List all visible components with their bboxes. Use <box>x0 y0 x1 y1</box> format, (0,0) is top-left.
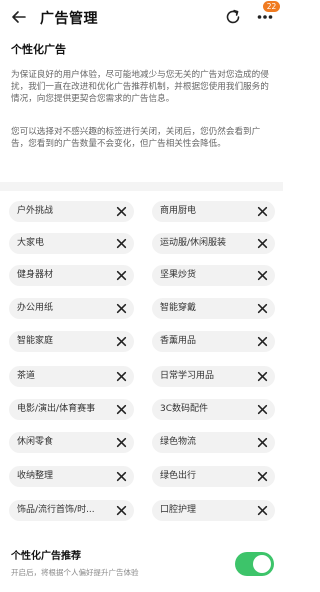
toggle-title: 个性化广告推荐 <box>11 551 81 562</box>
page-title: 广告管理 <box>40 11 98 27</box>
tag-item[interactable]: 香薰用品 <box>152 331 275 352</box>
tag-label: 大家电 <box>17 238 45 248</box>
tag-label: 商用厨电 <box>160 206 197 216</box>
close-icon[interactable] <box>116 437 127 448</box>
tag-label: 收纳整理 <box>17 471 54 481</box>
tag-item[interactable]: 大家电 <box>9 233 134 254</box>
tag-item[interactable]: 运动服/休闲服装 <box>152 233 275 254</box>
close-icon[interactable] <box>116 336 127 347</box>
close-icon[interactable] <box>257 303 268 314</box>
toggle-knob <box>253 555 271 573</box>
tag-label: 户外挑战 <box>17 206 54 216</box>
refresh-button[interactable] <box>220 4 246 30</box>
close-icon[interactable] <box>257 336 268 347</box>
tag-item[interactable]: 3C数码配件 <box>152 399 275 420</box>
close-icon[interactable] <box>116 471 127 482</box>
back-arrow-icon <box>12 11 26 23</box>
close-icon[interactable] <box>257 238 268 249</box>
close-icon[interactable] <box>116 206 127 217</box>
toggle-subtitle: 开启后，将根据个人偏好提升广告体验 <box>11 568 139 577</box>
close-icon[interactable] <box>257 270 268 281</box>
tag-item[interactable]: 商用厨电 <box>152 201 275 222</box>
close-icon[interactable] <box>116 270 127 281</box>
back-button[interactable] <box>6 4 32 30</box>
tag-label: 智能家庭 <box>17 336 54 346</box>
tag-label: 电影/演出/体育赛事 <box>17 404 96 414</box>
tag-item[interactable]: 休闲零食 <box>9 432 134 453</box>
close-icon[interactable] <box>257 437 268 448</box>
tag-item[interactable]: 绿色出行 <box>152 466 275 487</box>
tag-item[interactable]: 健身器材 <box>9 265 134 286</box>
tag-label: 休闲零食 <box>17 437 54 447</box>
tag-label: 绿色物流 <box>160 437 197 447</box>
section-divider <box>0 182 283 191</box>
tag-label: 运动服/休闲服装 <box>160 238 227 248</box>
tag-label: 坚果炒货 <box>160 270 197 280</box>
tag-item[interactable]: 口腔护理 <box>152 500 275 521</box>
section-title: 个性化广告 <box>11 43 66 56</box>
close-icon[interactable] <box>116 505 127 516</box>
close-icon[interactable] <box>257 471 268 482</box>
close-icon[interactable] <box>257 404 268 415</box>
tag-label: 绿色出行 <box>160 471 197 481</box>
close-icon[interactable] <box>257 206 268 217</box>
tag-item[interactable]: 智能家庭 <box>9 331 134 352</box>
tag-label: 健身器材 <box>17 270 54 280</box>
description-paragraph-2: 您可以选择对不感兴趣的标签进行关闭，关闭后，您仍然会看到广告，您看到的广告数量不… <box>11 127 261 149</box>
close-icon[interactable] <box>116 371 127 382</box>
close-icon[interactable] <box>116 303 127 314</box>
close-icon[interactable] <box>116 404 127 415</box>
tag-label: 3C数码配件 <box>160 404 209 414</box>
tag-item[interactable]: 电影/演出/体育赛事 <box>9 399 134 420</box>
refresh-icon <box>226 9 240 24</box>
tag-item[interactable]: 茶道 <box>9 366 134 387</box>
tag-label: 日常学习用品 <box>160 371 215 381</box>
close-icon[interactable] <box>257 371 268 382</box>
notification-badge: 22 <box>263 1 280 12</box>
tag-label: 口腔护理 <box>160 505 197 515</box>
tag-item[interactable]: 坚果炒货 <box>152 265 275 286</box>
close-icon[interactable] <box>257 505 268 516</box>
tag-label: 香薰用品 <box>160 336 197 346</box>
tag-label: 茶道 <box>17 371 36 381</box>
tag-label: 饰品/流行首饰/时... <box>17 505 95 515</box>
header-bar: 广告管理 22 <box>0 0 283 34</box>
more-icon <box>257 15 273 19</box>
tag-item[interactable]: 饰品/流行首饰/时... <box>9 500 134 521</box>
tag-label: 办公用纸 <box>17 303 54 313</box>
personalized-ads-toggle[interactable] <box>235 552 274 576</box>
description-paragraph-1: 为保证良好的用户体验，尽可能地减少与您无关的广告对您造成的侵扰，我们一直在改进和… <box>11 70 269 104</box>
tag-item[interactable]: 收纳整理 <box>9 466 134 487</box>
tag-item[interactable]: 日常学习用品 <box>152 366 275 387</box>
tag-label: 智能穿戴 <box>160 303 197 313</box>
tag-item[interactable]: 办公用纸 <box>9 298 134 319</box>
close-icon[interactable] <box>116 238 127 249</box>
tag-item[interactable]: 户外挑战 <box>9 201 134 222</box>
tag-item[interactable]: 绿色物流 <box>152 432 275 453</box>
tag-item[interactable]: 智能穿戴 <box>152 298 275 319</box>
